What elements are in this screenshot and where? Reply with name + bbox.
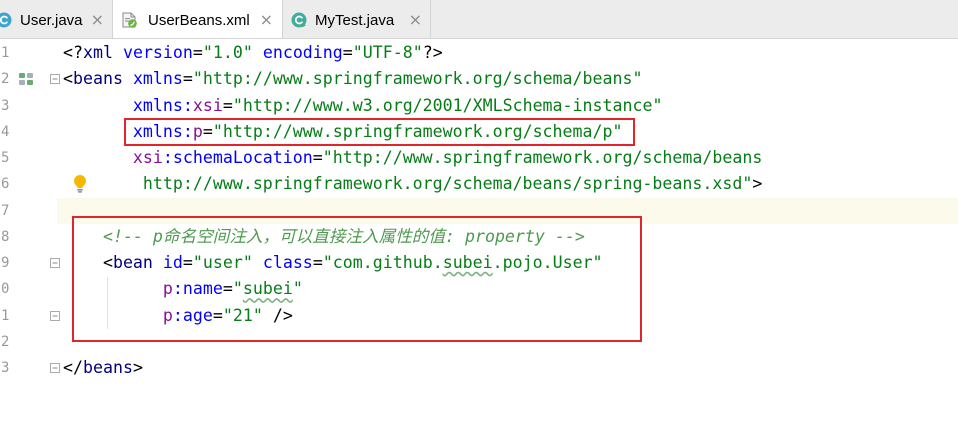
line-number[interactable]: 7 bbox=[1, 198, 9, 224]
class-icon bbox=[0, 12, 12, 28]
line-number[interactable]: 9 bbox=[1, 250, 9, 276]
code-line[interactable]: </beans> bbox=[57, 355, 958, 381]
code-token: "UTF-8" bbox=[352, 43, 423, 62]
code-token: :schemaLocation bbox=[162, 148, 313, 167]
editor-row: 3 xmlns:xsi="http://www.w3.org/2001/XMLS… bbox=[0, 93, 958, 119]
line-number[interactable]: 1 bbox=[1, 40, 9, 66]
line-number[interactable]: 0 bbox=[1, 276, 9, 302]
code-token: xmlns bbox=[122, 69, 183, 89]
code-token: ?> bbox=[422, 43, 443, 62]
editor-row: 6 http://www.springframework.org/schema/… bbox=[0, 171, 958, 197]
code-token: "http://www.w3.org/2001/XMLSchema-instan… bbox=[232, 95, 663, 115]
code-token: xsi bbox=[192, 95, 223, 115]
code-token: http://www.springframework.org/schema/be… bbox=[63, 174, 753, 194]
line-number[interactable]: 5 bbox=[1, 145, 9, 171]
code-token: encoding bbox=[252, 43, 343, 62]
tab-close-button[interactable]: × bbox=[409, 1, 422, 39]
editor-row: 3 </beans> bbox=[0, 355, 958, 381]
tab-mytest-java[interactable]: MyTest.java × bbox=[283, 0, 431, 38]
tab-userbeans-xml[interactable]: UserBeans.xml × bbox=[113, 0, 283, 38]
editor-tab-bar: User.java × UserBeans.xml × MyTest.java … bbox=[0, 0, 958, 39]
editor-row: 5 xsi:schemaLocation="http://www.springf… bbox=[0, 145, 958, 171]
code-token: > bbox=[752, 174, 763, 194]
tab-label: UserBeans.xml bbox=[148, 12, 250, 29]
tab-label: User.java bbox=[20, 12, 83, 29]
code-token: xmlns: bbox=[63, 95, 193, 115]
line-number[interactable]: 3 bbox=[1, 93, 9, 119]
code-line[interactable]: http://www.springframework.org/schema/be… bbox=[57, 171, 958, 197]
code-line[interactable]: xmlns:xsi="http://www.w3.org/2001/XMLSch… bbox=[57, 93, 958, 119]
code-token: "http://www.springframework.org/schema/b… bbox=[322, 148, 763, 167]
annotation-highlight-box bbox=[124, 118, 635, 146]
editor-row: 2 <beans xmlns="http://www.springframewor… bbox=[0, 66, 958, 92]
code-token: = bbox=[222, 95, 233, 115]
spring-bean-icon[interactable] bbox=[18, 71, 34, 87]
code-token: <? bbox=[63, 43, 83, 62]
code-token: > bbox=[132, 358, 143, 377]
tab-user-java[interactable]: User.java × bbox=[0, 0, 113, 38]
code-token: "1.0" bbox=[202, 43, 253, 62]
line-number[interactable]: 2 bbox=[1, 66, 9, 92]
tab-close-button[interactable]: × bbox=[91, 1, 104, 39]
line-number[interactable]: 4 bbox=[1, 119, 9, 145]
code-token: beans bbox=[73, 69, 123, 89]
code-token: xml bbox=[82, 43, 113, 62]
code-token: "http://www.springframework.org/schema/b… bbox=[192, 69, 643, 89]
code-token: beans bbox=[82, 358, 133, 377]
code-token: version bbox=[112, 43, 193, 62]
code-token: </ bbox=[63, 358, 83, 377]
line-number[interactable]: 6 bbox=[1, 171, 9, 197]
lightbulb-icon[interactable] bbox=[72, 174, 88, 194]
code-token: = bbox=[192, 43, 203, 62]
annotation-highlight-box bbox=[72, 216, 642, 342]
code-token: = bbox=[182, 69, 193, 89]
code-line[interactable]: <beans xmlns="http://www.springframework… bbox=[57, 66, 958, 92]
spring-xml-icon bbox=[121, 12, 137, 28]
code-token: < bbox=[63, 69, 73, 89]
tab-label: MyTest.java bbox=[315, 12, 395, 29]
code-token: xsi bbox=[63, 148, 163, 167]
line-number[interactable]: 3 bbox=[1, 355, 9, 381]
code-token: = bbox=[312, 148, 323, 167]
code-line[interactable]: xsi:schemaLocation="http://www.springfra… bbox=[57, 145, 958, 171]
editor-row: 1 <?xml version="1.0" encoding="UTF-8"?> bbox=[0, 40, 958, 66]
code-token: = bbox=[342, 43, 353, 62]
line-number[interactable]: 8 bbox=[1, 224, 9, 250]
line-number[interactable]: 1 bbox=[1, 303, 9, 329]
tab-close-button[interactable]: × bbox=[260, 1, 273, 39]
test-class-icon bbox=[291, 12, 307, 28]
code-line[interactable]: <?xml version="1.0" encoding="UTF-8"?> bbox=[57, 40, 958, 66]
line-number[interactable]: 2 bbox=[1, 329, 9, 355]
